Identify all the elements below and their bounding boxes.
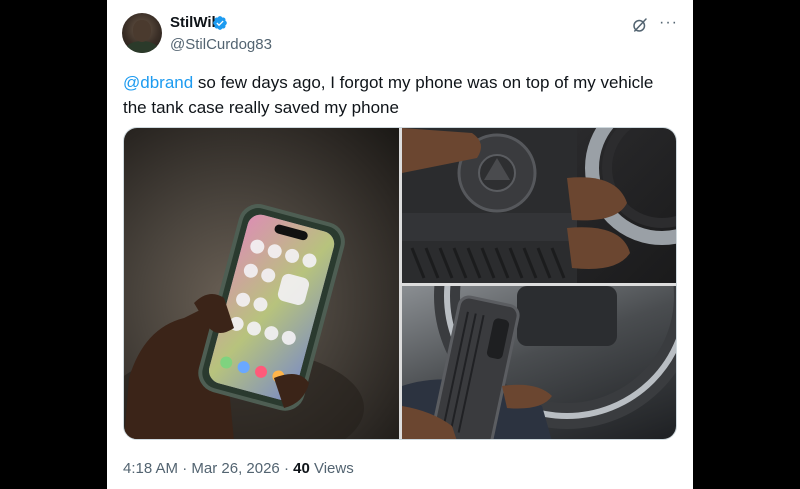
timestamp-separator: · xyxy=(279,460,294,477)
tweet-text-line1: so few days ago, I forgot my phone was o… xyxy=(193,73,654,92)
grok-icon[interactable] xyxy=(631,16,649,34)
avatar-shirt xyxy=(126,41,158,53)
photo-case-back-art xyxy=(402,128,676,283)
mention-link[interactable]: @dbrand xyxy=(123,73,193,92)
more-icon[interactable]: ··· xyxy=(659,14,678,32)
tweet-timestamp: 4:18 AM · Mar 26, 2026 · 40 Views xyxy=(123,460,354,477)
photo-case-edge-art xyxy=(402,286,676,439)
verified-badge-icon xyxy=(213,16,227,30)
photo-case-back[interactable] xyxy=(402,128,676,283)
views-label: Views xyxy=(309,460,354,477)
photo-phone-in-hand-art xyxy=(124,204,364,439)
photo-phone-in-hand[interactable] xyxy=(124,128,399,439)
author-display-name[interactable]: StilWil xyxy=(170,14,216,31)
photo-case-edge[interactable] xyxy=(402,286,676,439)
tweet-card: StilWil @StilCurdog83 ··· @dbrand so few… xyxy=(107,0,693,489)
media-grid xyxy=(123,127,677,440)
tweet-date[interactable]: Mar 26, 2026 xyxy=(191,460,279,477)
tweet-time[interactable]: 4:18 AM xyxy=(123,460,178,477)
avatar-face xyxy=(133,20,151,42)
tweet-text-line2: the tank case really saved my phone xyxy=(123,98,399,117)
avatar[interactable] xyxy=(122,13,162,53)
author-handle[interactable]: @StilCurdog83 xyxy=(170,36,272,53)
tweet-text: @dbrand so few days ago, I forgot my pho… xyxy=(123,70,683,120)
timestamp-separator: · xyxy=(178,460,192,477)
views-count: 40 xyxy=(293,460,310,477)
